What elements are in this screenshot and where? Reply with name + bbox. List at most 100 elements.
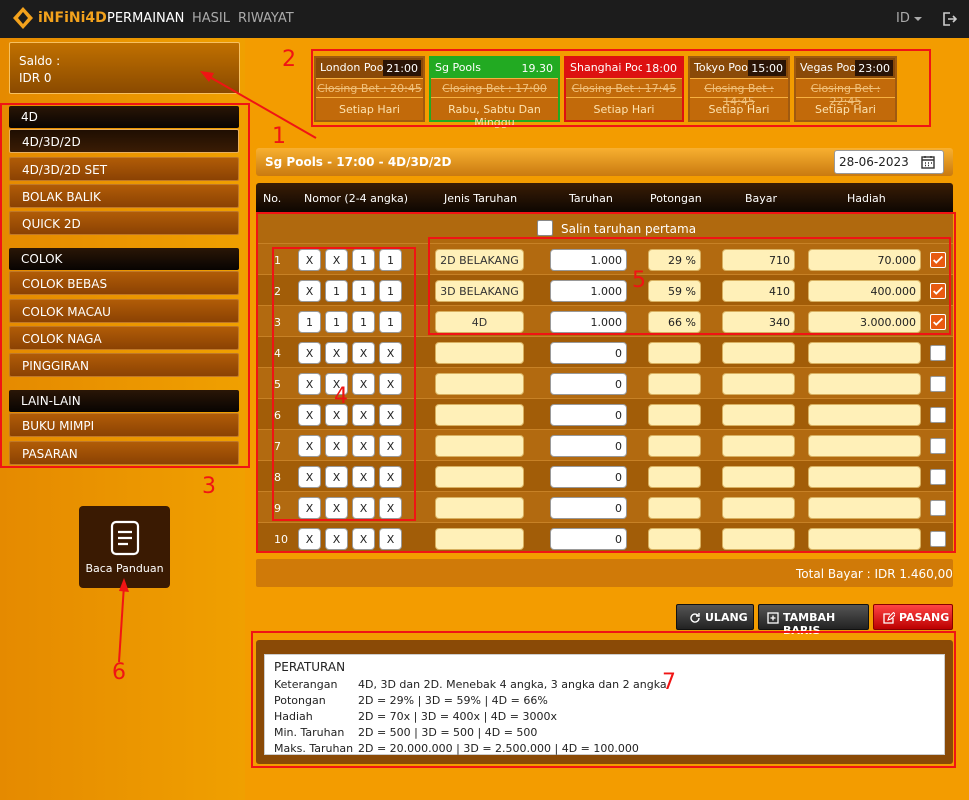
digit-input[interactable]: X bbox=[379, 435, 402, 457]
stake-input[interactable]: 0 bbox=[550, 373, 627, 395]
sidebar-item-colok-macau[interactable]: COLOK MACAU bbox=[9, 299, 239, 323]
digit-input[interactable]: X bbox=[298, 249, 321, 271]
digit-input[interactable]: X bbox=[298, 342, 321, 364]
digit-input[interactable]: X bbox=[379, 466, 402, 488]
digit-input[interactable]: X bbox=[379, 528, 402, 550]
digit-input[interactable]: X bbox=[325, 497, 348, 519]
sidebar-item-4d3d2d[interactable]: 4D/3D/2D bbox=[9, 129, 239, 153]
digit-input[interactable]: X bbox=[379, 404, 402, 426]
row-checkbox[interactable] bbox=[930, 376, 946, 392]
digit-input[interactable]: 1 bbox=[379, 280, 402, 302]
table-row: 9XXXX0 bbox=[256, 491, 953, 522]
sidebar-item-pinggiran[interactable]: PINGGIRAN bbox=[9, 353, 239, 377]
digit-input[interactable]: X bbox=[379, 373, 402, 395]
digit-input[interactable]: X bbox=[298, 497, 321, 519]
row-checkbox[interactable] bbox=[930, 531, 946, 547]
place-bet-button[interactable]: PASANG bbox=[873, 604, 953, 630]
row-checkbox[interactable] bbox=[930, 500, 946, 516]
stake-input[interactable]: 0 bbox=[550, 404, 627, 426]
pool-time: 21:00 bbox=[383, 60, 421, 76]
digit-input[interactable]: X bbox=[352, 373, 375, 395]
calendar-icon[interactable] bbox=[921, 155, 935, 169]
sidebar-item-4d3d2d-set[interactable]: 4D/3D/2D SET bbox=[9, 157, 239, 181]
row-checkbox[interactable] bbox=[930, 438, 946, 454]
row-checkbox[interactable] bbox=[930, 469, 946, 485]
reset-label: ULANG bbox=[705, 611, 748, 624]
pay-field bbox=[722, 373, 795, 395]
prize-field bbox=[808, 404, 921, 426]
digit-input[interactable]: X bbox=[298, 466, 321, 488]
digit-input[interactable]: 1 bbox=[352, 311, 375, 333]
row-checkbox[interactable] bbox=[930, 252, 946, 268]
sidebar-item-pasaran[interactable]: PASARAN bbox=[9, 441, 239, 465]
row-checkbox[interactable] bbox=[930, 407, 946, 423]
pool-closing: Closing Bet : 20:45 bbox=[316, 78, 423, 98]
digit-input[interactable]: X bbox=[298, 280, 321, 302]
digit-input[interactable]: X bbox=[325, 342, 348, 364]
prize-field bbox=[808, 497, 921, 519]
stake-input[interactable]: 1.000 bbox=[550, 311, 627, 333]
rules-title: PERATURAN bbox=[274, 660, 346, 674]
digit-input[interactable]: 1 bbox=[325, 311, 348, 333]
nav-hasil[interactable]: HASIL bbox=[192, 11, 230, 26]
stake-input[interactable]: 0 bbox=[550, 466, 627, 488]
stake-input[interactable]: 0 bbox=[550, 435, 627, 457]
guide-button[interactable]: Baca Panduan bbox=[79, 506, 170, 588]
language-selector[interactable]: ID bbox=[896, 11, 910, 26]
pool-days: Setiap Hari bbox=[708, 103, 770, 116]
digit-input[interactable]: X bbox=[352, 466, 375, 488]
digit-input[interactable]: X bbox=[352, 435, 375, 457]
copy-first-checkbox[interactable] bbox=[537, 220, 553, 236]
pool-card-tokyo[interactable]: Tokyo Pools 15:00 Closing Bet : 14:45 Se… bbox=[688, 56, 790, 122]
stake-input[interactable]: 0 bbox=[550, 342, 627, 364]
digit-input[interactable]: X bbox=[352, 528, 375, 550]
pool-card-sg[interactable]: Sg Pools 19.30 Closing Bet : 17:00 Rabu,… bbox=[429, 56, 560, 129]
digit-input[interactable]: X bbox=[298, 435, 321, 457]
discount-field: 29 % bbox=[648, 249, 701, 271]
digit-input[interactable]: X bbox=[298, 528, 321, 550]
digit-input[interactable]: 1 bbox=[379, 311, 402, 333]
sidebar-item-buku-mimpi[interactable]: BUKU MIMPI bbox=[9, 413, 239, 437]
digit-input[interactable]: 1 bbox=[352, 280, 375, 302]
sidebar-item-colok-bebas[interactable]: COLOK BEBAS bbox=[9, 271, 239, 295]
digit-input[interactable]: 1 bbox=[379, 249, 402, 271]
row-checkbox[interactable] bbox=[930, 345, 946, 361]
digit-input[interactable]: X bbox=[352, 497, 375, 519]
date-input[interactable]: 28-06-2023 bbox=[834, 150, 944, 174]
reset-button[interactable]: ULANG bbox=[676, 604, 754, 630]
digit-input[interactable]: X bbox=[298, 404, 321, 426]
sidebar-item-colok-naga[interactable]: COLOK NAGA bbox=[9, 326, 239, 350]
stake-input[interactable]: 1.000 bbox=[550, 280, 627, 302]
digit-input[interactable]: X bbox=[325, 528, 348, 550]
add-row-button[interactable]: TAMBAH BARIS bbox=[758, 604, 869, 637]
table-row: 8XXXX0 bbox=[256, 460, 953, 491]
digit-input[interactable]: X bbox=[379, 342, 402, 364]
digit-input[interactable]: X bbox=[352, 342, 375, 364]
pool-card-vegas[interactable]: Vegas Pools 23:00 Closing Bet : 22:45 Se… bbox=[794, 56, 897, 122]
nav-riwayat[interactable]: RIWAYAT bbox=[238, 11, 294, 26]
sidebar-item-bolak-balik[interactable]: BOLAK BALIK bbox=[9, 184, 239, 208]
col-hadiah: Hadiah bbox=[847, 192, 886, 205]
digit-input[interactable]: X bbox=[379, 497, 402, 519]
nav-permainan[interactable]: PERMAINAN bbox=[107, 11, 184, 26]
stake-input[interactable]: 0 bbox=[550, 497, 627, 519]
digit-input[interactable]: X bbox=[325, 435, 348, 457]
row-number: 7 bbox=[274, 440, 281, 453]
digit-input[interactable]: 1 bbox=[352, 249, 375, 271]
digit-input[interactable]: X bbox=[352, 404, 375, 426]
logout-icon[interactable] bbox=[941, 11, 957, 27]
row-checkbox[interactable] bbox=[930, 314, 946, 330]
rules-panel: PERATURAN Keterangan 4D, 3D dan 2D. Mene… bbox=[256, 640, 953, 764]
sidebar-item-quick-2d[interactable]: QUICK 2D bbox=[9, 211, 239, 235]
digit-input[interactable]: 1 bbox=[325, 280, 348, 302]
digit-input[interactable]: X bbox=[325, 466, 348, 488]
digit-input[interactable]: X bbox=[298, 373, 321, 395]
digit-input[interactable]: X bbox=[325, 249, 348, 271]
stake-input[interactable]: 1.000 bbox=[550, 249, 627, 271]
bet-type-field bbox=[435, 497, 524, 519]
pool-card-shanghai[interactable]: Shanghai Pools 18:00 Closing Bet : 17:45… bbox=[564, 56, 684, 122]
pool-card-london[interactable]: London Pools 21:00 Closing Bet : 20:45 S… bbox=[314, 56, 425, 122]
digit-input[interactable]: 1 bbox=[298, 311, 321, 333]
stake-input[interactable]: 0 bbox=[550, 528, 627, 550]
row-checkbox[interactable] bbox=[930, 283, 946, 299]
